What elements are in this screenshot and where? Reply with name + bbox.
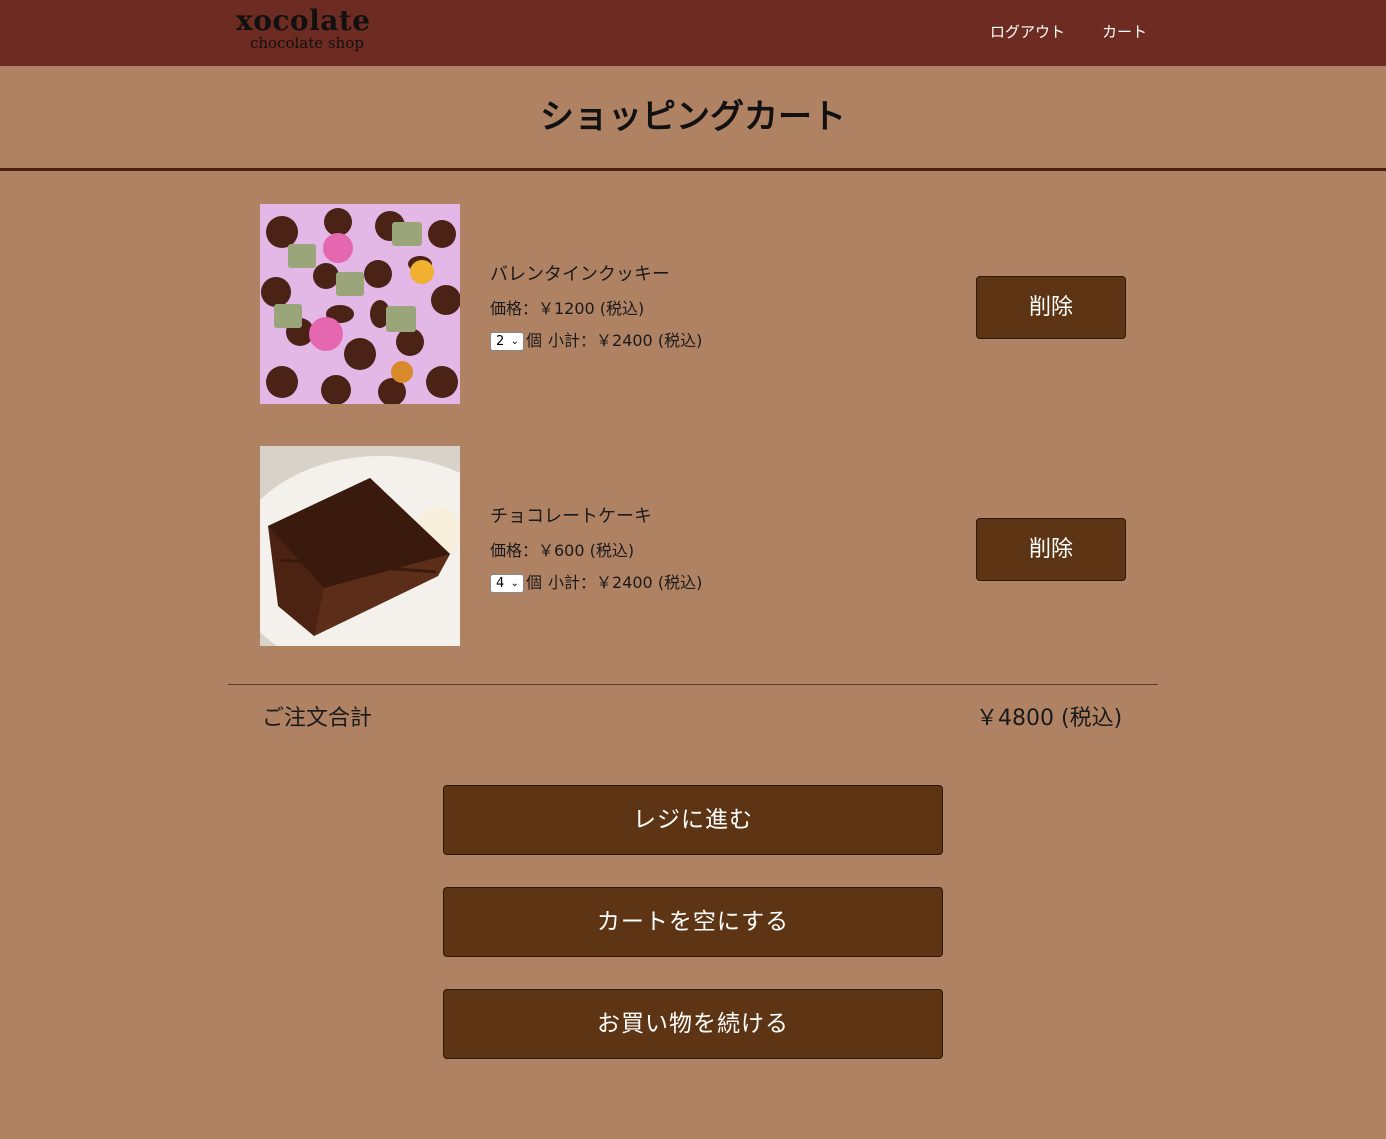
delete-button[interactable]: 削除 <box>976 276 1126 339</box>
cart-link[interactable]: カート <box>1102 22 1147 42</box>
chevron-down-icon: ⌄ <box>510 577 519 589</box>
item-subtotal: 小計：￥2400 (税込) <box>548 331 703 350</box>
quantity-value: 4 <box>496 575 505 591</box>
quantity-unit: 個 <box>526 331 543 350</box>
item-name: チョコレートケーキ <box>490 506 652 527</box>
quantity-value: 2 <box>496 333 505 349</box>
title-divider <box>0 168 1386 171</box>
checkout-button[interactable]: レジに進む <box>443 785 943 855</box>
delete-button[interactable]: 削除 <box>976 518 1126 581</box>
chocolate-cake-photo <box>260 446 460 646</box>
site-header: xocolate chocolate shop ログアウト カート <box>0 0 1386 66</box>
item-price: 価格：￥600 (税込) <box>490 541 635 560</box>
logo-tagline: chocolate shop <box>250 34 364 52</box>
item-name: バレンタインクッキー <box>490 264 670 285</box>
site-logo[interactable]: xocolate chocolate shop <box>236 6 370 56</box>
quantity-select[interactable]: 2 ⌄ <box>490 331 524 351</box>
item-quantity-row: 4 ⌄ 個 小計：￥2400 (税込) <box>490 573 702 593</box>
order-total-label: ご注文合計 <box>262 706 373 731</box>
quantity-unit: 個 <box>526 573 543 592</box>
page-title: ショッピングカート <box>540 97 846 137</box>
logout-link[interactable]: ログアウト <box>990 22 1065 42</box>
cart-item: チョコレートケーキ 価格：￥600 (税込) 4 ⌄ 個 小計：￥2400 (税… <box>260 446 1130 646</box>
item-quantity-row: 2 ⌄ 個 小計：￥2400 (税込) <box>490 331 702 351</box>
total-divider <box>228 684 1158 685</box>
quantity-select[interactable]: 4 ⌄ <box>490 573 524 593</box>
logo-wordmark: xocolate <box>236 4 371 37</box>
cookies-photo <box>260 204 460 404</box>
cart-item: バレンタインクッキー 価格：￥1200 (税込) 2 ⌄ 個 小計：￥2400 … <box>260 204 1130 404</box>
empty-cart-button[interactable]: カートを空にする <box>443 887 943 957</box>
chevron-down-icon: ⌄ <box>510 335 519 347</box>
item-price: 価格：￥1200 (税込) <box>490 299 645 318</box>
order-total-value: ￥4800 (税込) <box>976 706 1123 731</box>
item-subtotal: 小計：￥2400 (税込) <box>548 573 703 592</box>
continue-shopping-button[interactable]: お買い物を続ける <box>443 989 943 1059</box>
